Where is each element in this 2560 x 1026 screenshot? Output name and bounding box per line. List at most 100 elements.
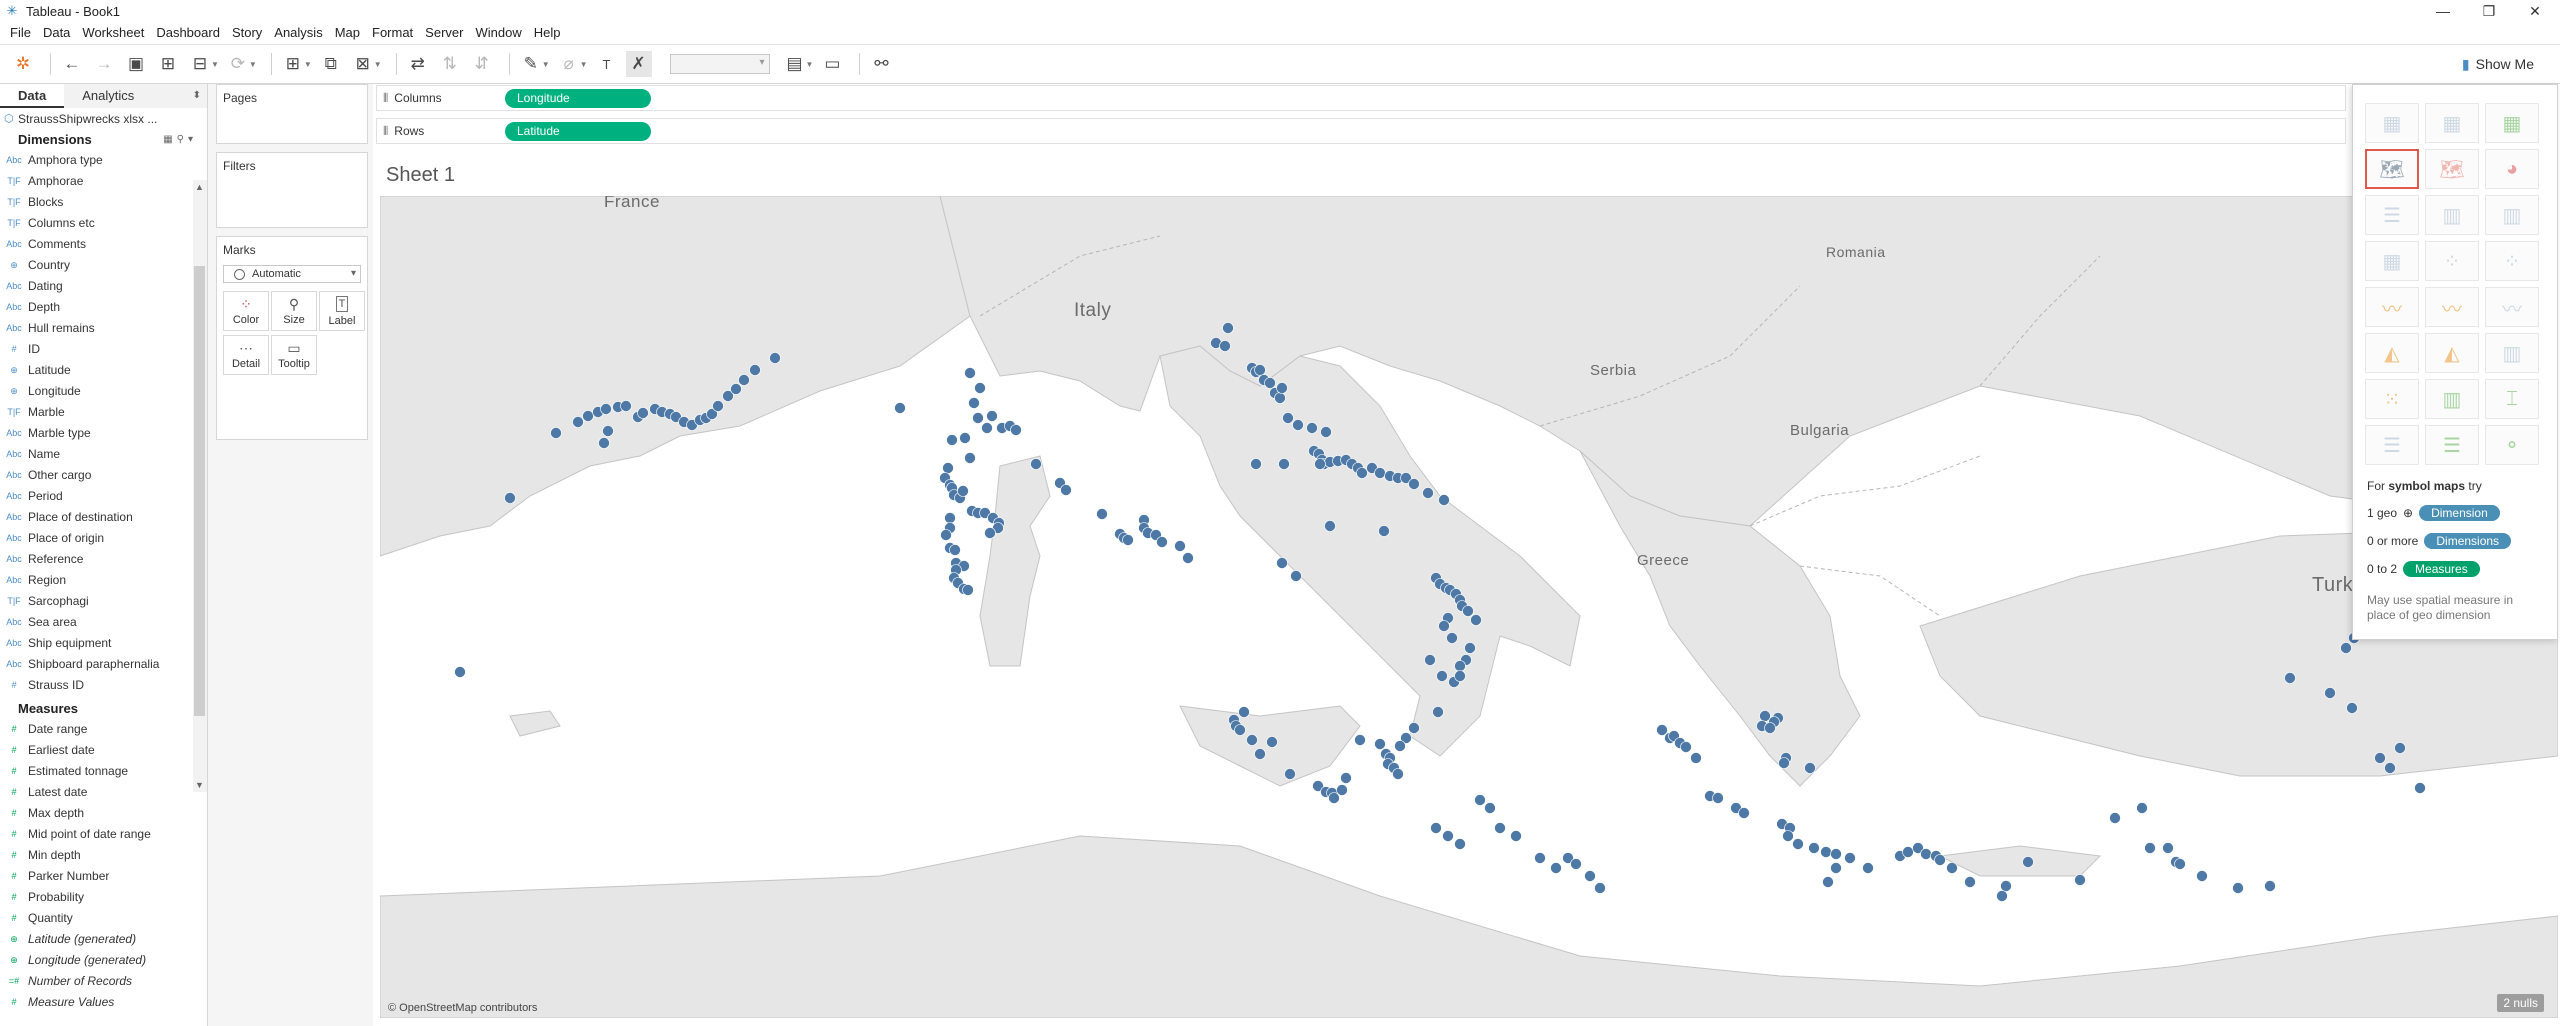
shipwreck-mark[interactable]	[2144, 842, 2156, 854]
shipwreck-mark[interactable]	[1246, 734, 1258, 746]
shipwreck-mark[interactable]	[2174, 858, 2186, 870]
shipwreck-mark[interactable]	[749, 364, 761, 376]
shipwreck-mark[interactable]	[2074, 874, 2086, 886]
rows-shelf[interactable]: Rows Latitude	[376, 118, 2346, 144]
view-search-menu-icons[interactable]: ▦⚲▾	[163, 130, 197, 150]
shipwreck-mark[interactable]	[1354, 734, 1366, 746]
box-whisker-icon[interactable]: ⌶	[2485, 379, 2539, 419]
shipwreck-mark[interactable]	[964, 367, 976, 379]
sheet-title[interactable]: Sheet 1	[386, 164, 455, 187]
field-item[interactable]: Abc Sea area	[0, 612, 207, 633]
shipwreck-mark[interactable]	[1446, 632, 1458, 644]
field-item[interactable]: # Earliest date	[0, 740, 207, 761]
chevron-down-icon[interactable]: ▼	[211, 60, 219, 69]
field-item[interactable]: Abc Region	[0, 570, 207, 591]
menu-format[interactable]: Format	[366, 22, 419, 44]
shipwreck-mark[interactable]	[946, 434, 958, 446]
side-by-side-bars-icon[interactable]: ▥	[2485, 195, 2539, 235]
shipwreck-mark[interactable]	[1738, 807, 1750, 819]
undo-icon[interactable]: ←	[59, 51, 85, 77]
shipwreck-mark[interactable]	[1156, 536, 1168, 548]
shipwreck-mark[interactable]	[1534, 852, 1546, 864]
shipwreck-mark[interactable]	[1680, 741, 1692, 753]
shipwreck-mark[interactable]	[957, 485, 969, 497]
nulls-indicator[interactable]: 2 nulls	[2497, 994, 2544, 1012]
shipwreck-mark[interactable]	[1430, 822, 1442, 834]
shipwreck-mark[interactable]	[1282, 412, 1294, 424]
shipwreck-mark[interactable]	[1436, 670, 1448, 682]
shipwreck-mark[interactable]	[1422, 487, 1434, 499]
shipwreck-mark[interactable]	[1378, 525, 1390, 537]
symbol-map[interactable]: France Italy Romania Serbia Bulgaria Gre…	[380, 196, 2558, 1018]
shipwreck-mark[interactable]	[1764, 722, 1776, 734]
shipwreck-mark[interactable]	[2284, 672, 2296, 684]
chevron-down-icon[interactable]: ▼	[304, 60, 312, 69]
field-item[interactable]: # Measure Values	[0, 992, 207, 1013]
shipwreck-mark[interactable]	[1266, 736, 1278, 748]
shipwreck-mark[interactable]	[1792, 838, 1804, 850]
shipwreck-mark[interactable]	[1394, 740, 1406, 752]
share-icon[interactable]: ⚯	[868, 51, 894, 77]
latitude-pill[interactable]: Latitude	[505, 122, 651, 141]
mark-type-dropdown[interactable]: Automatic	[223, 265, 361, 283]
redo-icon[interactable]: →	[91, 51, 117, 77]
field-item[interactable]: =# Number of Records	[0, 971, 207, 992]
shipwreck-mark[interactable]	[1174, 540, 1186, 552]
shipwreck-mark[interactable]	[1284, 768, 1296, 780]
shipwreck-mark[interactable]	[1238, 706, 1250, 718]
shipwreck-mark[interactable]	[712, 400, 724, 412]
shipwreck-mark[interactable]	[1222, 322, 1234, 334]
field-item[interactable]: T|F Columns etc	[0, 213, 207, 234]
field-item[interactable]: # Quantity	[0, 908, 207, 929]
shipwreck-mark[interactable]	[1584, 870, 1596, 882]
tab-analytics[interactable]: Analytics	[64, 84, 207, 108]
save-icon[interactable]: ▣	[123, 51, 149, 77]
histogram-icon[interactable]: ▥	[2425, 379, 2479, 419]
text-table-icon[interactable]: ▦	[2365, 103, 2419, 143]
shipwreck-mark[interactable]	[600, 403, 612, 415]
pages-card[interactable]: Pages	[216, 84, 368, 144]
shipwreck-mark[interactable]	[1946, 862, 1958, 874]
shipwreck-mark[interactable]	[1830, 862, 1842, 874]
field-item[interactable]: Abc Ship equipment	[0, 633, 207, 654]
field-item[interactable]: Abc Reference	[0, 549, 207, 570]
shipwreck-mark[interactable]	[1122, 534, 1134, 546]
pie-chart-icon[interactable]: ◕	[2485, 149, 2539, 189]
longitude-pill[interactable]: Longitude	[505, 89, 651, 108]
shipwreck-mark[interactable]	[1570, 858, 1582, 870]
shipwreck-mark[interactable]	[1096, 508, 1108, 520]
shipwreck-mark[interactable]	[1438, 620, 1450, 632]
new-data-source-icon[interactable]: ⊞	[155, 51, 181, 77]
size-button[interactable]: ⚲ Size	[271, 291, 317, 331]
highlight-table-icon[interactable]: ▦	[2485, 103, 2539, 143]
shipwreck-mark[interactable]	[2232, 882, 2244, 894]
shipwreck-mark[interactable]	[1274, 392, 1286, 404]
map-canvas[interactable]	[380, 196, 2558, 1018]
field-item[interactable]: ⊕ Country	[0, 255, 207, 276]
shipwreck-mark[interactable]	[1494, 822, 1506, 834]
shipwreck-mark[interactable]	[2196, 870, 2208, 882]
shipwreck-mark[interactable]	[1920, 848, 1932, 860]
shipwreck-mark[interactable]	[1234, 724, 1246, 736]
restore-button[interactable]: ❐	[2466, 0, 2512, 22]
shipwreck-mark[interactable]	[1264, 377, 1276, 389]
shipwreck-mark[interactable]	[1862, 862, 1874, 874]
shipwreck-mark[interactable]	[2394, 742, 2406, 754]
shipwreck-mark[interactable]	[1324, 520, 1336, 532]
scrollbar-thumb[interactable]	[194, 266, 205, 716]
shipwreck-mark[interactable]	[949, 544, 961, 556]
highlight-icon[interactable]: ✎	[518, 51, 544, 77]
duplicate-sheet-icon[interactable]: ⧉	[318, 51, 344, 77]
color-button[interactable]: ⁘ Color	[223, 291, 269, 331]
shipwreck-mark[interactable]	[1656, 724, 1668, 736]
sort-descending-icon[interactable]: ⇵	[469, 51, 495, 77]
shipwreck-mark[interactable]	[602, 425, 614, 437]
shipwreck-mark[interactable]	[1392, 768, 1404, 780]
shipwreck-mark[interactable]	[550, 427, 562, 439]
shipwreck-mark[interactable]	[1454, 838, 1466, 850]
menu-dashboard[interactable]: Dashboard	[150, 22, 226, 44]
shipwreck-mark[interactable]	[1454, 660, 1466, 672]
scroll-up-icon[interactable]: ▲	[195, 182, 204, 192]
shipwreck-mark[interactable]	[1782, 830, 1794, 842]
shipwreck-mark[interactable]	[1276, 382, 1288, 394]
